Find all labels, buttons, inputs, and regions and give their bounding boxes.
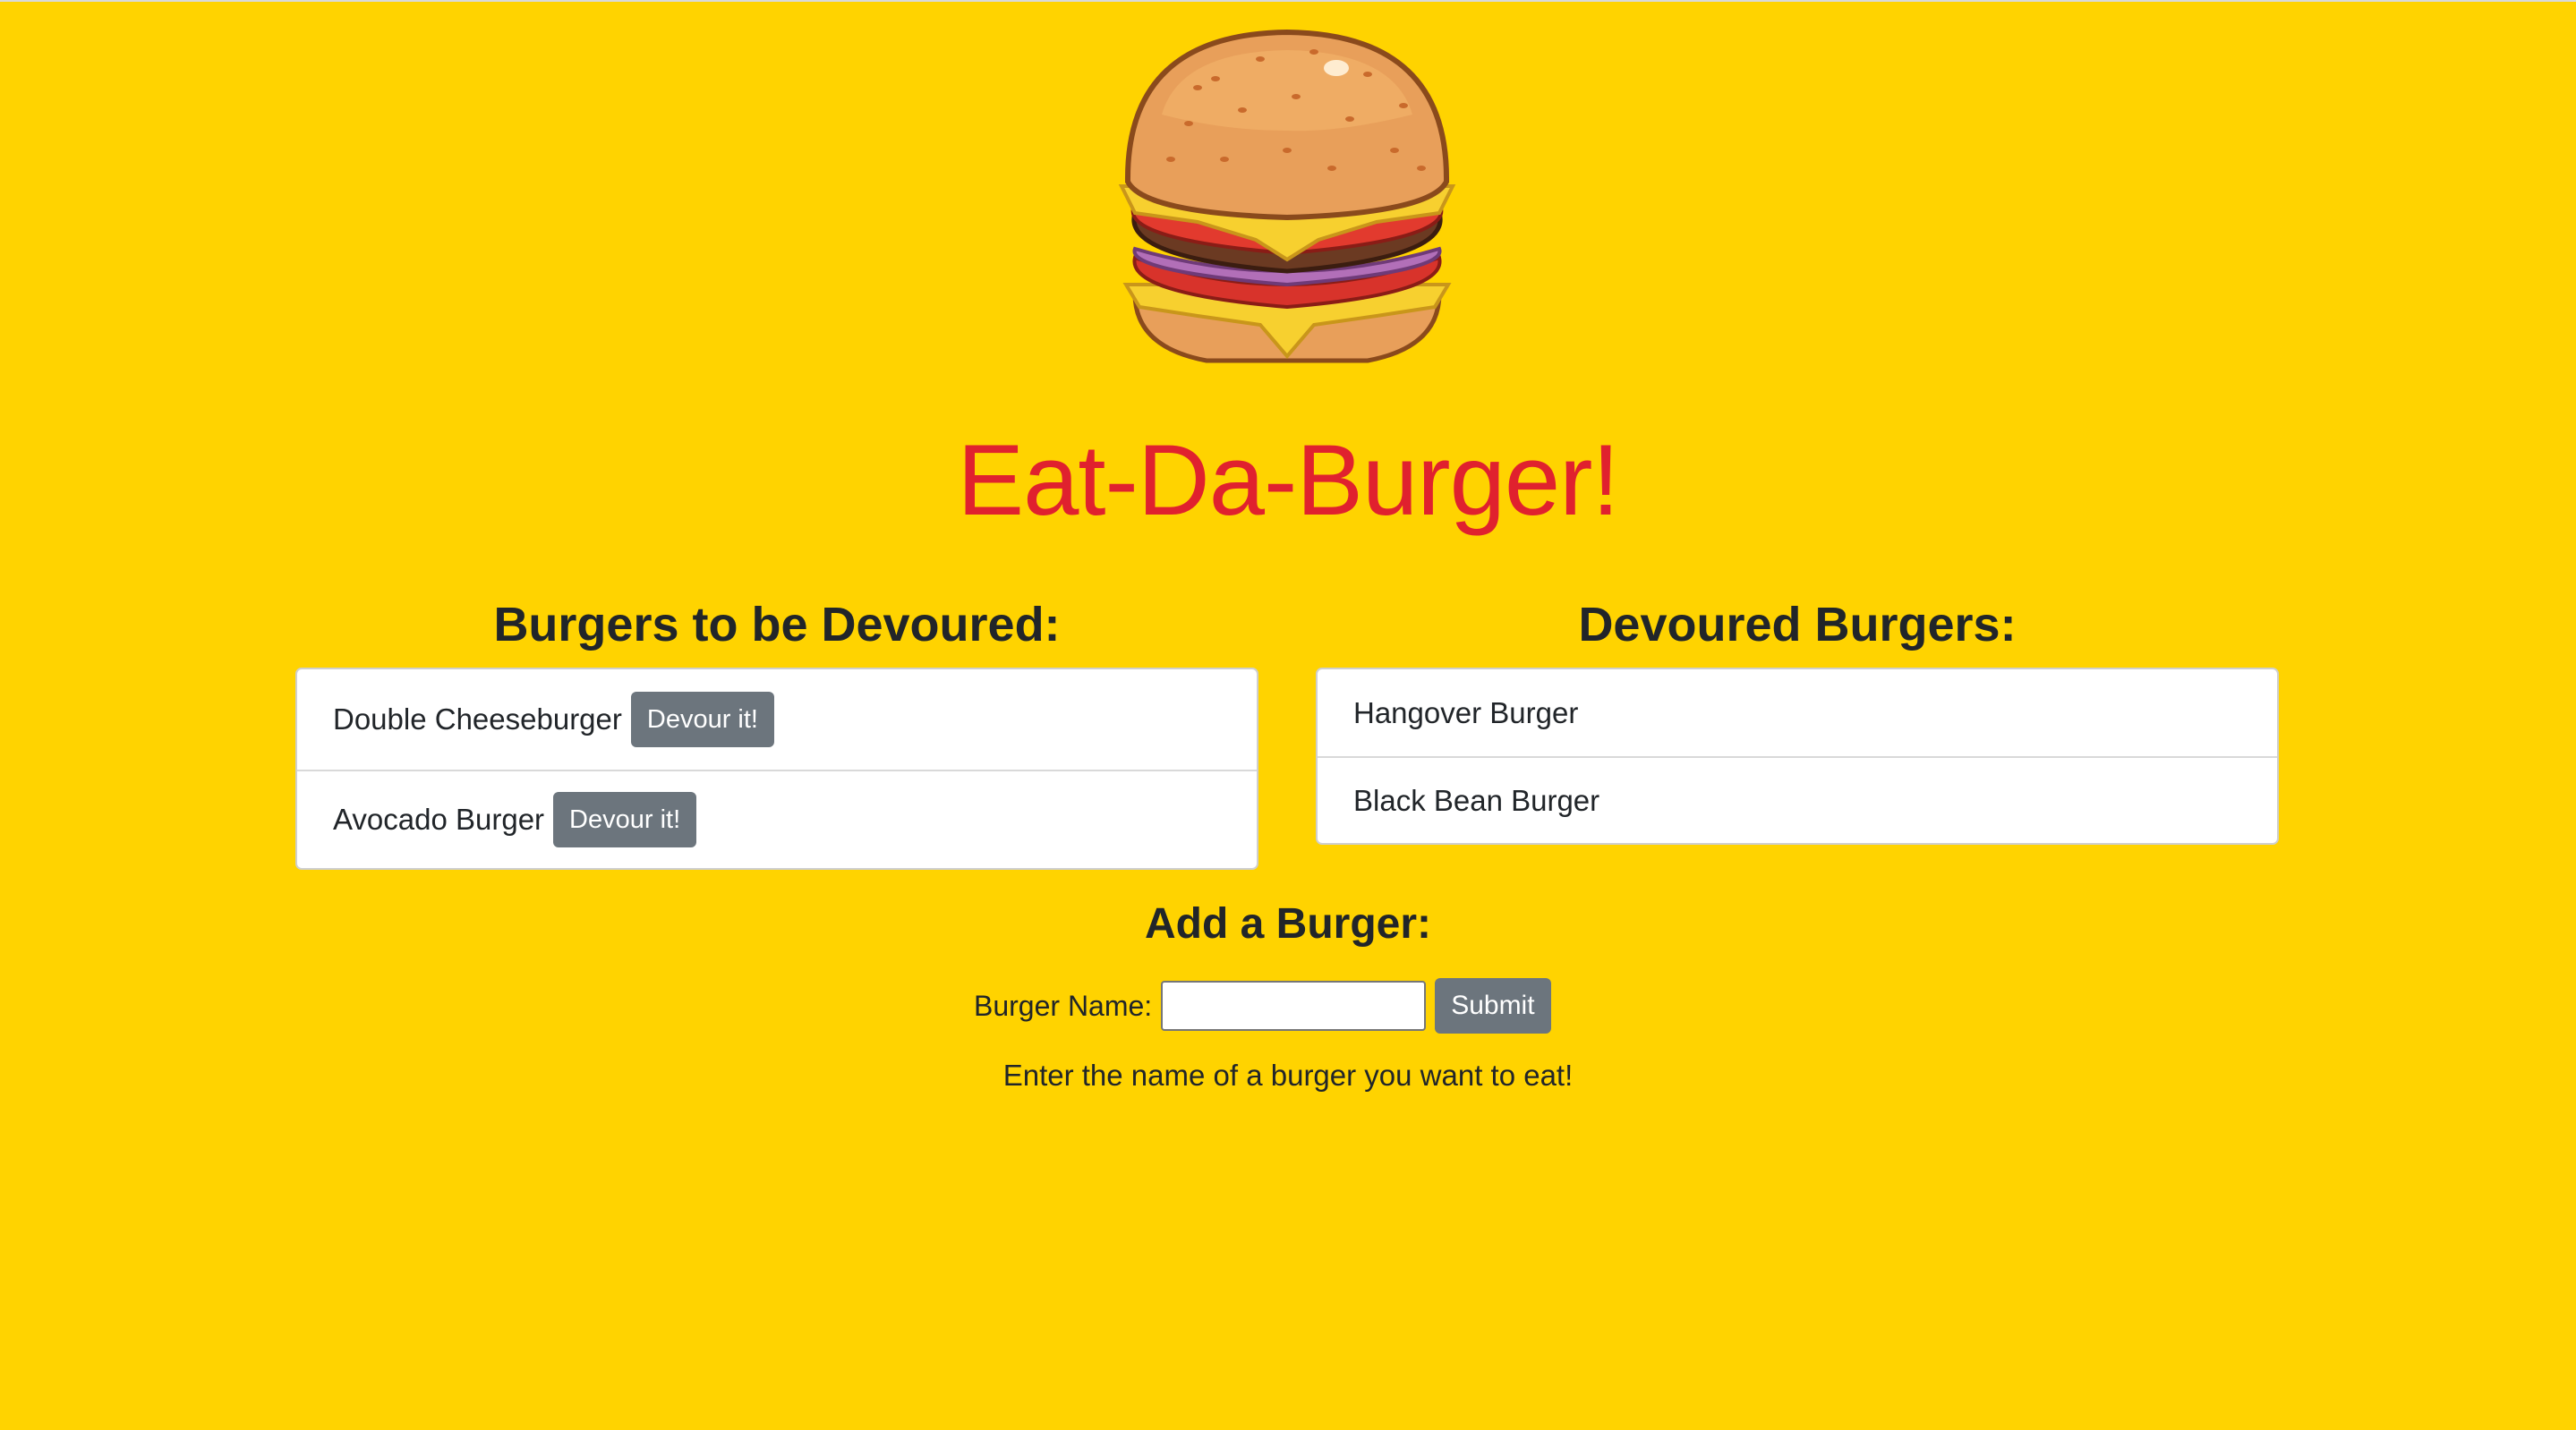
devour-button[interactable]: Devour it!	[553, 792, 697, 847]
burger-name: Black Bean Burger	[1353, 783, 1600, 817]
to-devour-list: Double Cheeseburger Devour it! Avocado B…	[295, 668, 1258, 870]
burger-name-input[interactable]	[1161, 981, 1427, 1031]
add-burger-heading: Add a Burger:	[1144, 900, 1431, 948]
burger-name: Double Cheeseburger	[333, 702, 622, 736]
list-item: Hangover Burger	[1318, 669, 2277, 756]
submit-button[interactable]: Submit	[1435, 978, 1551, 1034]
list-item: Double Cheeseburger Devour it!	[297, 669, 1257, 770]
form-hint: Enter the name of a burger you want to e…	[1002, 1059, 1574, 1092]
to-devour-heading: Burgers to be Devoured:	[493, 598, 1061, 651]
burger-name: Hangover Burger	[1353, 695, 1579, 729]
top-border	[0, 0, 2576, 2]
burger-name-label: Burger Name:	[974, 989, 1153, 1022]
burger-name: Avocado Burger	[333, 803, 545, 836]
devoured-heading: Devoured Burgers:	[1578, 598, 2017, 651]
add-burger-form: Burger Name: Submit	[974, 977, 1551, 1034]
devoured-list: Hangover Burger Black Bean Burger	[1316, 668, 2279, 845]
devour-button[interactable]: Devour it!	[630, 692, 774, 747]
hamburger-icon	[1118, 29, 1456, 363]
list-item: Black Bean Burger	[1318, 756, 2277, 843]
list-item: Avocado Burger Devour it!	[297, 770, 1257, 868]
page-title: Eat-Da-Burger!	[957, 424, 1619, 536]
